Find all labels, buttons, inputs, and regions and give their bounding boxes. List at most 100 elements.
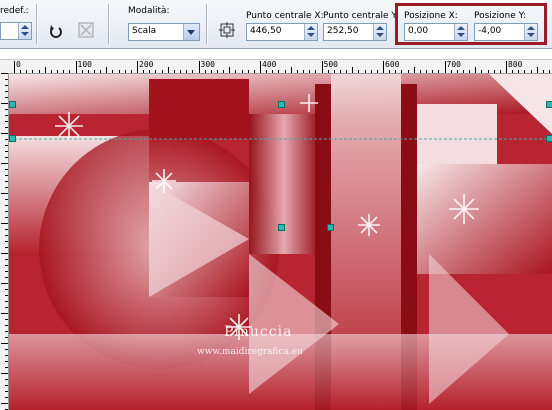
ruler-tick (481, 70, 483, 73)
toolbar: redef.: Modalità: Scala Punto centrale X… (0, 0, 552, 49)
ruler-tick (5, 157, 8, 158)
ruler-tick (5, 259, 8, 260)
ruler-tick (370, 70, 372, 73)
ruler-tick (93, 70, 95, 73)
vertical-ruler (0, 73, 9, 410)
ruler-tick (512, 70, 514, 73)
ruler-tick (462, 70, 464, 73)
ruler-tick (5, 271, 8, 272)
ruler-tick (1, 223, 8, 224)
ruler-tick (5, 211, 8, 212)
dropdown-icon[interactable] (183, 24, 199, 40)
transform-handle[interactable] (9, 135, 16, 142)
ruler-tick (235, 70, 237, 73)
center-y-field[interactable]: 252,50 (323, 23, 387, 41)
ruler-tick (506, 61, 507, 73)
mode-select[interactable]: Scala (128, 23, 200, 41)
ruler-label: 500 (323, 60, 338, 69)
ruler-tick (1, 103, 8, 104)
ruler-label: 800 (508, 60, 523, 69)
ruler-label: 200 (139, 60, 154, 69)
toolbar-separator (36, 4, 37, 44)
ruler-tick (266, 70, 268, 73)
center-y-spinner[interactable] (373, 24, 386, 40)
ruler-tick (333, 70, 335, 73)
ruler-tick (278, 70, 280, 73)
ruler-tick (383, 61, 384, 73)
ruler-tick (1, 133, 8, 134)
ruler-tick (5, 301, 8, 302)
center-x-value: 446,50 (250, 26, 282, 36)
ruler-label: 100 (77, 60, 92, 69)
ruler-tick (32, 70, 34, 73)
ruler-tick (450, 70, 452, 73)
preset-spinner[interactable] (18, 23, 31, 39)
watermark-title: Pinuccia (224, 324, 293, 340)
transform-handle[interactable] (546, 135, 552, 142)
ruler-tick (530, 70, 532, 73)
ruler-tick (5, 187, 8, 188)
center-y-label: Punto centrale Y: (323, 11, 399, 21)
ruler-tick (5, 331, 8, 332)
ruler-tick (303, 70, 305, 73)
ruler-tick (198, 61, 200, 73)
ruler-tick (395, 70, 397, 73)
ruler-tick (1, 283, 8, 284)
ruler-tick (536, 67, 538, 73)
center-icon (219, 22, 235, 38)
ruler-tick (5, 385, 8, 386)
ruler-tick (161, 70, 163, 73)
ruler-tick (272, 70, 274, 73)
ruler-tick (389, 70, 391, 73)
ruler-tick (14, 61, 15, 73)
clear-button[interactable] (76, 20, 96, 40)
ruler-tick (1, 373, 8, 374)
ruler-tick (241, 70, 243, 73)
ruler-tick (5, 79, 8, 80)
ruler-tick (5, 235, 8, 236)
center-y-value: 252,50 (327, 26, 359, 36)
ruler-tick (5, 241, 8, 242)
center-button[interactable] (217, 20, 237, 40)
transform-handle[interactable] (327, 224, 334, 231)
ruler-tick (1, 313, 8, 314)
ruler-tick (290, 67, 292, 73)
ruler-tick (5, 391, 8, 392)
ruler-label: 0 (16, 60, 21, 69)
ruler-tick (456, 70, 458, 73)
reset-button[interactable] (46, 22, 66, 42)
ruler-tick (376, 70, 378, 73)
ruler-tick (106, 67, 108, 73)
ruler-tick (5, 199, 8, 200)
ruler-tick (5, 145, 8, 146)
ruler-tick (186, 70, 188, 73)
horizontal-ruler: 0 100 200 300 400 500 600 700 800 (0, 59, 552, 74)
ruler-tick (487, 70, 489, 73)
ruler-tick (5, 397, 8, 398)
ruler-tick (5, 247, 8, 248)
transform-handle[interactable] (9, 101, 16, 108)
toolbar-separator (108, 4, 109, 44)
transform-handle[interactable] (278, 101, 285, 108)
ruler-tick (309, 70, 311, 73)
transform-handle[interactable] (546, 101, 552, 108)
ruler-tick (432, 70, 434, 73)
ruler-tick (167, 67, 169, 73)
ruler-tick (112, 70, 114, 73)
ruler-tick (5, 265, 8, 266)
transform-handle[interactable] (278, 224, 285, 231)
preset-field[interactable] (0, 22, 32, 40)
ruler-tick (118, 70, 120, 73)
ruler-tick (542, 70, 544, 73)
ruler-tick (5, 307, 8, 308)
ruler-tick (1, 73, 8, 74)
ruler-tick (5, 325, 8, 326)
ruler-tick (5, 319, 8, 320)
ruler-tick (475, 67, 477, 73)
image-canvas[interactable]: Pinuccia www.maidiregrafica.eu (9, 74, 552, 410)
center-x-spinner[interactable] (304, 24, 317, 40)
center-x-field[interactable]: 446,50 (246, 23, 318, 41)
ruler-tick (327, 70, 329, 73)
center-x-label: Punto centrale X: (246, 11, 324, 21)
watermark-url: www.maidiregrafica.eu (197, 347, 303, 357)
